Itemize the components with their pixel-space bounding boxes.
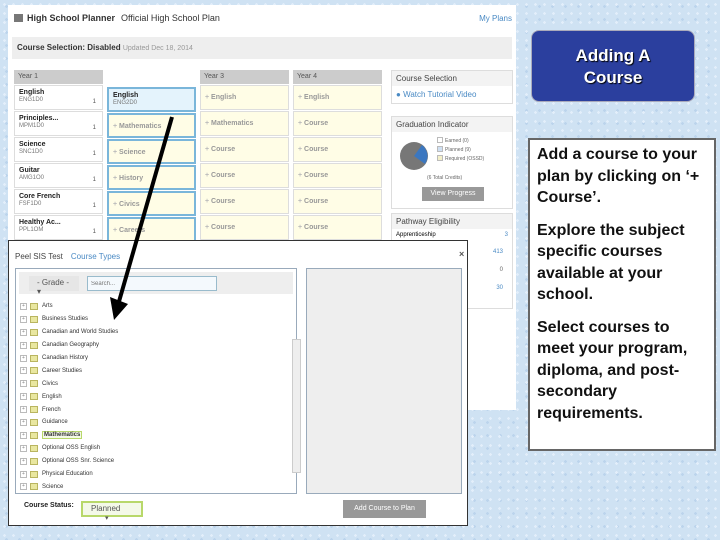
annotation-arrow (110, 116, 174, 320)
instructions-box: Add a course to your plan by clicking on… (528, 138, 716, 451)
slide-title: Adding A Course (531, 30, 695, 102)
